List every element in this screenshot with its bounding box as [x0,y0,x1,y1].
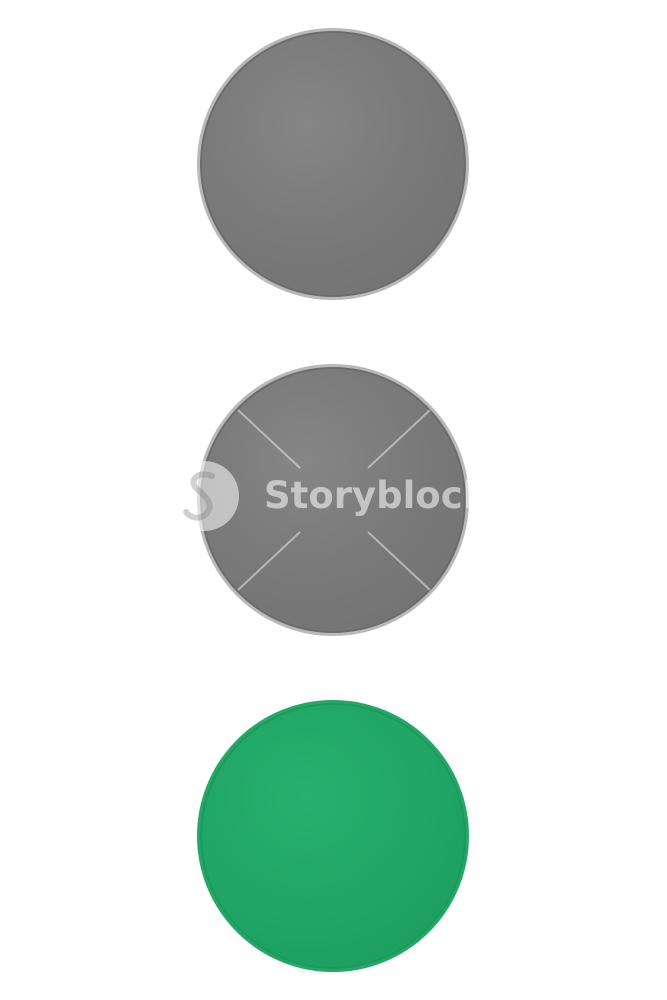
bottom-lamp-green-on [197,700,469,972]
watermark-text: Storyblocks [264,474,474,517]
top-lamp-off [197,28,469,300]
traffic-light-image: Storyblocks [0,0,667,1000]
